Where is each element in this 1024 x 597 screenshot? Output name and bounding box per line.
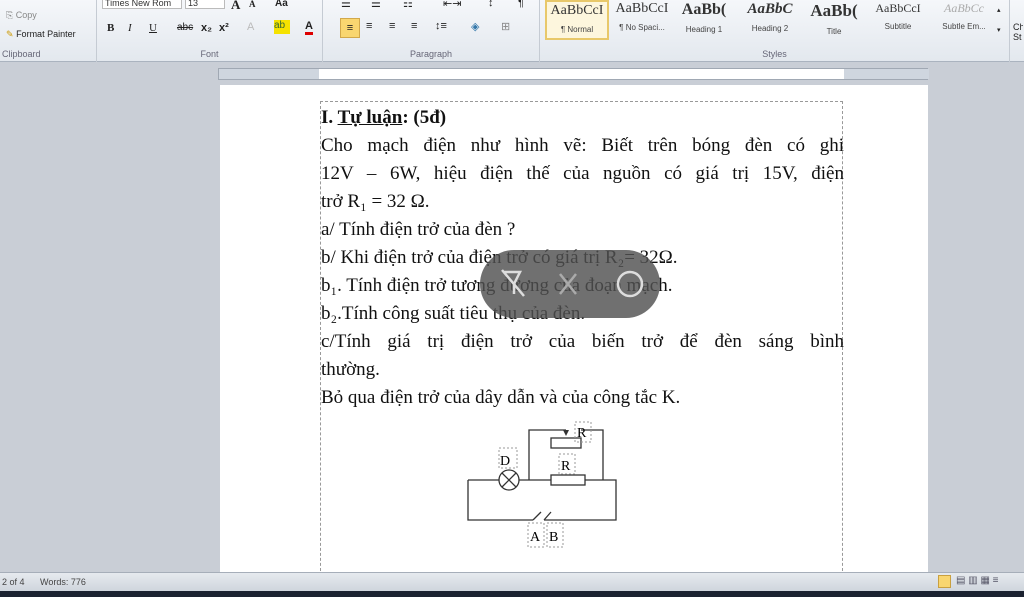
- change-case-button[interactable]: Aa: [275, 0, 288, 9]
- bullets-icon[interactable]: ☰: [341, 0, 351, 10]
- doc-line: 12V – 6W, hiệu điện thế của nguồn có giá…: [321, 163, 844, 184]
- style-name: Heading 1: [685, 25, 723, 34]
- taskbar: [0, 591, 1024, 597]
- clipboard-group: ⎘ Copy ✎ Format Painter Clipboard: [0, 0, 97, 62]
- heading-number: I.: [321, 107, 338, 128]
- align-right-button[interactable]: ≡: [389, 20, 395, 32]
- cursor-off-icon: [501, 269, 525, 297]
- circle-icon: [616, 270, 644, 298]
- style-name: Subtle Em...: [942, 22, 986, 31]
- view-buttons-icon[interactable]: ▤ ▥ ▦ ≡: [956, 575, 999, 586]
- lamp-label: D: [500, 454, 510, 469]
- align-left-button[interactable]: ≡: [340, 18, 360, 38]
- resistor-label: R: [561, 459, 571, 474]
- video-overlay-controls[interactable]: [480, 250, 660, 318]
- style-name: Subtitle: [884, 22, 912, 31]
- justify-button[interactable]: ≡: [411, 20, 417, 32]
- doc-line: c/Tính giá trị điện trở của biến trở để …: [321, 331, 844, 352]
- style-name: ¶ No Spaci...: [619, 23, 665, 32]
- doc-line: trở R₁ = 32 Ω.: [321, 191, 430, 212]
- overlay-icons: [501, 269, 644, 298]
- horizontal-ruler[interactable]: [218, 68, 929, 80]
- borders-icon[interactable]: ⊞: [501, 20, 510, 33]
- align-center-button[interactable]: ≡: [366, 20, 372, 32]
- paragraph-group-label: Paragraph: [409, 49, 453, 59]
- font-group: Times New Rom 13 A A Aa B I U abc x₂ x² …: [97, 0, 323, 62]
- bold-button[interactable]: B: [107, 22, 114, 34]
- terminal-a-label: A: [530, 530, 541, 545]
- doc-line: thường.: [321, 359, 380, 380]
- paragraph-group: ☰ ☰ ☷ ⇤⇥ ↕ ¶ ≡ ≡ ≡ ≡ ↕≡ ◈ ⊞ Paragraph: [323, 0, 540, 62]
- terminal-b-label: B: [549, 530, 558, 545]
- text-box[interactable]: I. Tự luận: (5đ) Cho mạch điện như hình …: [320, 101, 844, 581]
- change-styles-button[interactable]: Ch St: [1013, 22, 1023, 42]
- rheostat-label: R: [577, 426, 587, 441]
- format-painter-button[interactable]: ✎ Format Painter: [6, 29, 76, 40]
- style-subtitle[interactable]: AaBbCcI Subtitle: [866, 0, 930, 40]
- copy-button[interactable]: ⎘ Copy: [6, 10, 37, 21]
- clipboard-label: Clipboard: [2, 49, 41, 59]
- doc-line: a/ Tính điện trở của đèn ?: [321, 219, 516, 240]
- heading-title: Tự luận: [337, 107, 403, 128]
- style-sample: AaBb(: [810, 1, 858, 20]
- brush-icon: ✎: [6, 29, 14, 39]
- styles-group-label: Styles: [762, 49, 787, 59]
- styles-more-icon[interactable]: ▾: [997, 26, 1001, 34]
- grow-font-button[interactable]: A: [231, 0, 240, 13]
- superscript-icon[interactable]: x²: [219, 22, 229, 34]
- mute-icon: [559, 273, 577, 295]
- ruler-margin-left: [219, 69, 319, 79]
- shading-icon[interactable]: ◈: [471, 20, 479, 33]
- heading-score: : (5đ): [402, 107, 447, 128]
- ribbon: ⎘ Copy ✎ Format Painter Clipboard Times …: [0, 0, 1024, 62]
- styles-group: AaBbCcI ¶ Normal AaBbCcI ¶ No Spaci... AaB…: [540, 0, 1010, 62]
- pilcrow-icon[interactable]: ¶: [518, 0, 524, 9]
- style-sample: AaBb(: [681, 1, 727, 18]
- font-color-icon[interactable]: A: [305, 20, 313, 35]
- subscript-icon[interactable]: x₂: [201, 22, 212, 34]
- style-heading-1[interactable]: AaBb( Heading 1: [672, 0, 736, 40]
- format-painter-label: Format Painter: [16, 29, 76, 39]
- style-sample: AaBbCcI: [615, 1, 669, 16]
- style-sample: AaBbCc: [944, 1, 984, 15]
- style-normal[interactable]: AaBbCcI ¶ Normal: [545, 0, 609, 40]
- styles-scroll-up-icon[interactable]: ▴: [997, 6, 1001, 14]
- status-bar: 2 of 4 Words: 776 ▤ ▥ ▦ ≡: [0, 572, 1024, 591]
- print-layout-view-button[interactable]: [938, 575, 951, 588]
- sort-icon[interactable]: ↕: [488, 0, 494, 9]
- style-sample: AaBbCcI: [875, 1, 921, 15]
- font-group-label: Font: [200, 49, 219, 59]
- numbering-icon[interactable]: ☰: [371, 0, 381, 10]
- style-name: Heading 2: [751, 24, 789, 33]
- multilevel-list-icon[interactable]: ☷: [403, 0, 413, 10]
- font-name-select[interactable]: Times New Rom: [102, 0, 182, 9]
- style-heading-2[interactable]: AaBbC Heading 2: [738, 0, 802, 40]
- word-count[interactable]: Words: 776: [40, 577, 86, 587]
- highlight-icon[interactable]: ab: [274, 20, 290, 34]
- resistor-icon: [550, 474, 586, 486]
- italic-button[interactable]: I: [128, 22, 132, 34]
- doc-line: Bỏ qua điện trở của dây dẫn và của công …: [321, 387, 681, 408]
- text-effects-icon[interactable]: A: [247, 21, 254, 33]
- style-name: Title: [826, 27, 842, 36]
- style-sample: AaBbC: [747, 1, 793, 17]
- page-count[interactable]: 2 of 4: [2, 577, 25, 587]
- style-sample: AaBbCcI: [550, 3, 604, 18]
- copy-label: Copy: [15, 10, 37, 20]
- circuit-diagram: D R R A B: [467, 421, 617, 548]
- line-spacing-icon[interactable]: ↕≡: [435, 20, 447, 32]
- style-name: ¶ Normal: [560, 25, 594, 34]
- strikethrough-icon[interactable]: abc: [177, 22, 193, 33]
- underline-button[interactable]: U: [149, 22, 157, 34]
- section-heading: I. Tự luận: (5đ): [321, 104, 844, 132]
- indent-icon[interactable]: ⇤⇥: [443, 0, 461, 10]
- ruler-margin-right: [844, 69, 929, 79]
- style-no-spacing[interactable]: AaBbCcI ¶ No Spaci...: [610, 0, 674, 40]
- shrink-font-button[interactable]: A: [249, 0, 256, 9]
- font-size-select[interactable]: 13: [185, 0, 225, 9]
- doc-line: Cho mạch điện như hình vẽ: Biết trên bón…: [321, 135, 844, 156]
- style-title[interactable]: AaBb( Title: [802, 0, 866, 40]
- document-page[interactable]: I. Tự luận: (5đ) Cho mạch điện như hình …: [220, 85, 928, 581]
- style-subtle-emphasis[interactable]: AaBbCc Subtle Em...: [932, 0, 996, 40]
